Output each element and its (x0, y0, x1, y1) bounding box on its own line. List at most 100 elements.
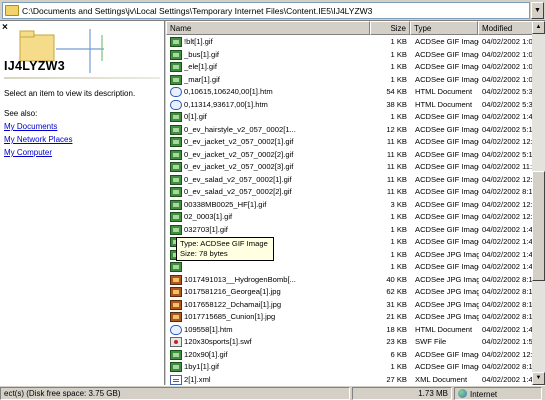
file-size: 11 KB (386, 162, 407, 171)
file-row[interactable]: 1017491013__HydrogenBomb[... 40 KB ACDSee … (166, 274, 532, 287)
file-type: HTML Document (415, 87, 473, 96)
gif-file-icon (170, 137, 182, 147)
link-my-documents[interactable]: My Documents (4, 122, 57, 131)
file-modified: 04/02/2002 12:59 AM (482, 174, 532, 184)
jpg-file-icon (170, 274, 182, 285)
file-row[interactable]: 109558[1].htm 18 KB HTML Document 04/02/200… (166, 324, 532, 337)
file-modified: 04/02/2002 1:49 AM (482, 374, 532, 384)
file-row[interactable]: _mar[1].gif 1 KB ACDSee GIF Image 04/02/200… (166, 74, 532, 87)
file-row[interactable]: 0_ev_jacket_v2_057_0002[1].gif 11 KB ACDSe… (166, 136, 532, 149)
file-name: 0_ev_salad_v2_057_0002[2].gif (184, 187, 292, 196)
close-icon[interactable]: × (2, 23, 12, 33)
file-row[interactable]: 02_0003[1].gif 1 KB ACDSee GIF Image 04/02/… (166, 211, 532, 224)
file-modified: 04/02/2002 1:01 AM (482, 49, 532, 59)
file-name: 0_ev_jacket_v2_057_0002[1].gif (184, 137, 294, 146)
file-size: 54 KB (386, 87, 407, 96)
file-size: 62 KB (386, 287, 407, 296)
column-header-size[interactable]: Size (370, 21, 410, 35)
file-size: 40 KB (386, 274, 407, 284)
file-type: ACDSee GIF Image (415, 262, 479, 271)
file-row[interactable]: 1by1[1].gif 1 KB ACDSee GIF Image 04/02/200… (166, 361, 532, 374)
column-header-modified[interactable]: Modified (478, 21, 532, 35)
address-field[interactable]: C:\Documents and Settings\jv\Local Setti… (2, 2, 530, 19)
file-row[interactable]: 0_ev_salad_v2_057_0002[2].gif 11 KB ACDSee… (166, 186, 532, 199)
address-dropdown-button[interactable]: ▼ (531, 2, 544, 19)
gif-file-icon (170, 199, 182, 210)
file-row[interactable]: !blt[1].gif 1 KB ACDSee GIF Image 04/02/200… (166, 36, 532, 49)
file-row[interactable]: 0,10615,106240,00[1].htm 54 KB HTML Docume… (166, 86, 532, 99)
file-type: ACDSee GIF Image (415, 112, 479, 121)
jpg-file-icon (170, 299, 182, 310)
gif-file-icon (170, 262, 182, 272)
gif-file-icon (170, 112, 182, 122)
file-type: ACDSee GIF Image (415, 74, 479, 84)
file-name: _bus[1].gif (184, 49, 220, 59)
file-size: 23 KB (386, 337, 407, 346)
address-path: C:\Documents and Settings\jv\Local Setti… (22, 5, 373, 16)
file-modified: 04/02/2002 12:18 AM (482, 199, 532, 209)
file-size: 31 KB (386, 299, 407, 309)
file-name: 0_ev_jacket_v2_057_0002[3].gif (184, 162, 294, 171)
scroll-up-button[interactable]: ▲ (532, 21, 545, 34)
file-size: 1 KB (390, 49, 407, 59)
swf-file-icon (170, 337, 182, 347)
column-header-row: Name Size Type Modified (166, 21, 532, 35)
file-row[interactable]: 0[1].gif 1 KB ACDSee GIF Image 04/02/2002 1… (166, 111, 532, 124)
file-row[interactable]: 032703[1].gif 1 KB ACDSee GIF Image 04/02/2… (166, 224, 532, 237)
file-modified: 04/02/2002 5:34 AM (482, 87, 532, 96)
file-name: 1017658122_Dchamai[1].jpg (184, 299, 282, 309)
gif-file-icon (170, 49, 182, 60)
html-file-icon (170, 324, 182, 335)
file-row[interactable]: 1017581216_Georgea[1].jpg 62 KB ACDSee JPG… (166, 286, 532, 299)
file-row[interactable]: 1 KB ACDSee GIF Image04/02/2002 1:45 AM (166, 261, 532, 274)
gif-file-icon (170, 124, 182, 135)
file-name: 1017715685_Cunion[1].jpg (184, 312, 276, 321)
file-row[interactable]: _ele[1].gif 1 KB ACDSee GIF Image 04/02/200… (166, 61, 532, 74)
html-file-icon (170, 99, 182, 110)
file-name: 0_ev_jacket_v2_057_0002[2].gif (184, 149, 294, 159)
file-size: 11 KB (386, 187, 407, 196)
file-row[interactable]: 0_ev_jacket_v2_057_0002[2].gif 11 KB ACDSe… (166, 149, 532, 162)
file-row[interactable]: 2[1].xml 27 KB XML Document 04/02/2002 1:49… (166, 374, 532, 386)
file-modified: 04/02/2002 5:37 AM (482, 99, 532, 109)
status-zone-label: Internet (470, 390, 498, 399)
tooltip-type: Type: ACDSee GIF Image (180, 239, 268, 248)
file-type: ACDSee GIF Image (415, 187, 479, 196)
file-modified: 04/02/2002 1:45 AM (482, 112, 532, 121)
file-size: 1 KB (390, 362, 407, 371)
file-row[interactable]: 1017658122_Dchamai[1].jpg 31 KB ACDSee JPG… (166, 299, 532, 312)
file-modified: 04/02/2002 1:01 AM (482, 62, 532, 71)
link-my-network-places[interactable]: My Network Places (4, 135, 72, 144)
status-total-size: 1.73 MB (352, 387, 452, 400)
file-name: 0_ev_hairstyle_v2_057_0002[1... (184, 124, 296, 134)
file-row[interactable]: 120x30sports[1].swf 23 KB SWF File 04/02/20… (166, 336, 532, 349)
file-size: 3 KB (390, 199, 407, 209)
file-row[interactable]: 120x90[1].gif 6 KB ACDSee GIF Image 04/02/2… (166, 349, 532, 362)
file-row[interactable]: 00338MB0025_HF[1].gif 3 KB ACDSee GIF Imag… (166, 199, 532, 212)
file-name: 0[1].gif (184, 112, 207, 121)
file-row[interactable]: 0,11314,93617,00[1].htm 38 KB HTML Documen… (166, 99, 532, 112)
file-row[interactable]: 1017715685_Cunion[1].jpg 21 KB ACDSee JPG … (166, 311, 532, 324)
file-type: XML Document (415, 374, 468, 384)
file-name: 00338MB0025_HF[1].gif (184, 199, 267, 209)
column-header-name[interactable]: Name (166, 21, 370, 35)
folder-title: IJ4LYZW3 (4, 59, 65, 73)
file-row[interactable]: 0_ev_salad_v2_057_0002[1].gif 11 KB ACDSee… (166, 174, 532, 187)
arrow-down-icon: ▼ (535, 375, 542, 381)
gif-file-icon (170, 224, 182, 235)
file-name: 0_ev_salad_v2_057_0002[1].gif (184, 174, 292, 184)
scroll-thumb[interactable] (532, 171, 545, 281)
file-row[interactable]: 0_ev_hairstyle_v2_057_0002[1... 12 KB ACDS… (166, 124, 532, 137)
status-zone: Internet (454, 387, 542, 400)
file-row[interactable]: _bus[1].gif 1 KB ACDSee GIF Image 04/02/200… (166, 49, 532, 62)
vertical-scrollbar[interactable]: ▲ ▼ (532, 21, 545, 385)
column-header-type[interactable]: Type (410, 21, 478, 35)
file-list: Name Size Type Modified !blt[1].gif 1 KB A… (166, 21, 532, 385)
file-size: 11 KB (386, 137, 407, 146)
file-row[interactable]: 0_ev_jacket_v2_057_0002[3].gif 11 KB ACDSe… (166, 161, 532, 174)
link-my-computer[interactable]: My Computer (4, 148, 52, 157)
scroll-down-button[interactable]: ▼ (532, 372, 545, 385)
gif-file-icon (170, 162, 182, 172)
file-modified: 04/02/2002 1:01 AM (482, 74, 532, 84)
status-bar: ect(s) (Disk free space: 3.75 GB) 1.73 M… (0, 385, 545, 400)
